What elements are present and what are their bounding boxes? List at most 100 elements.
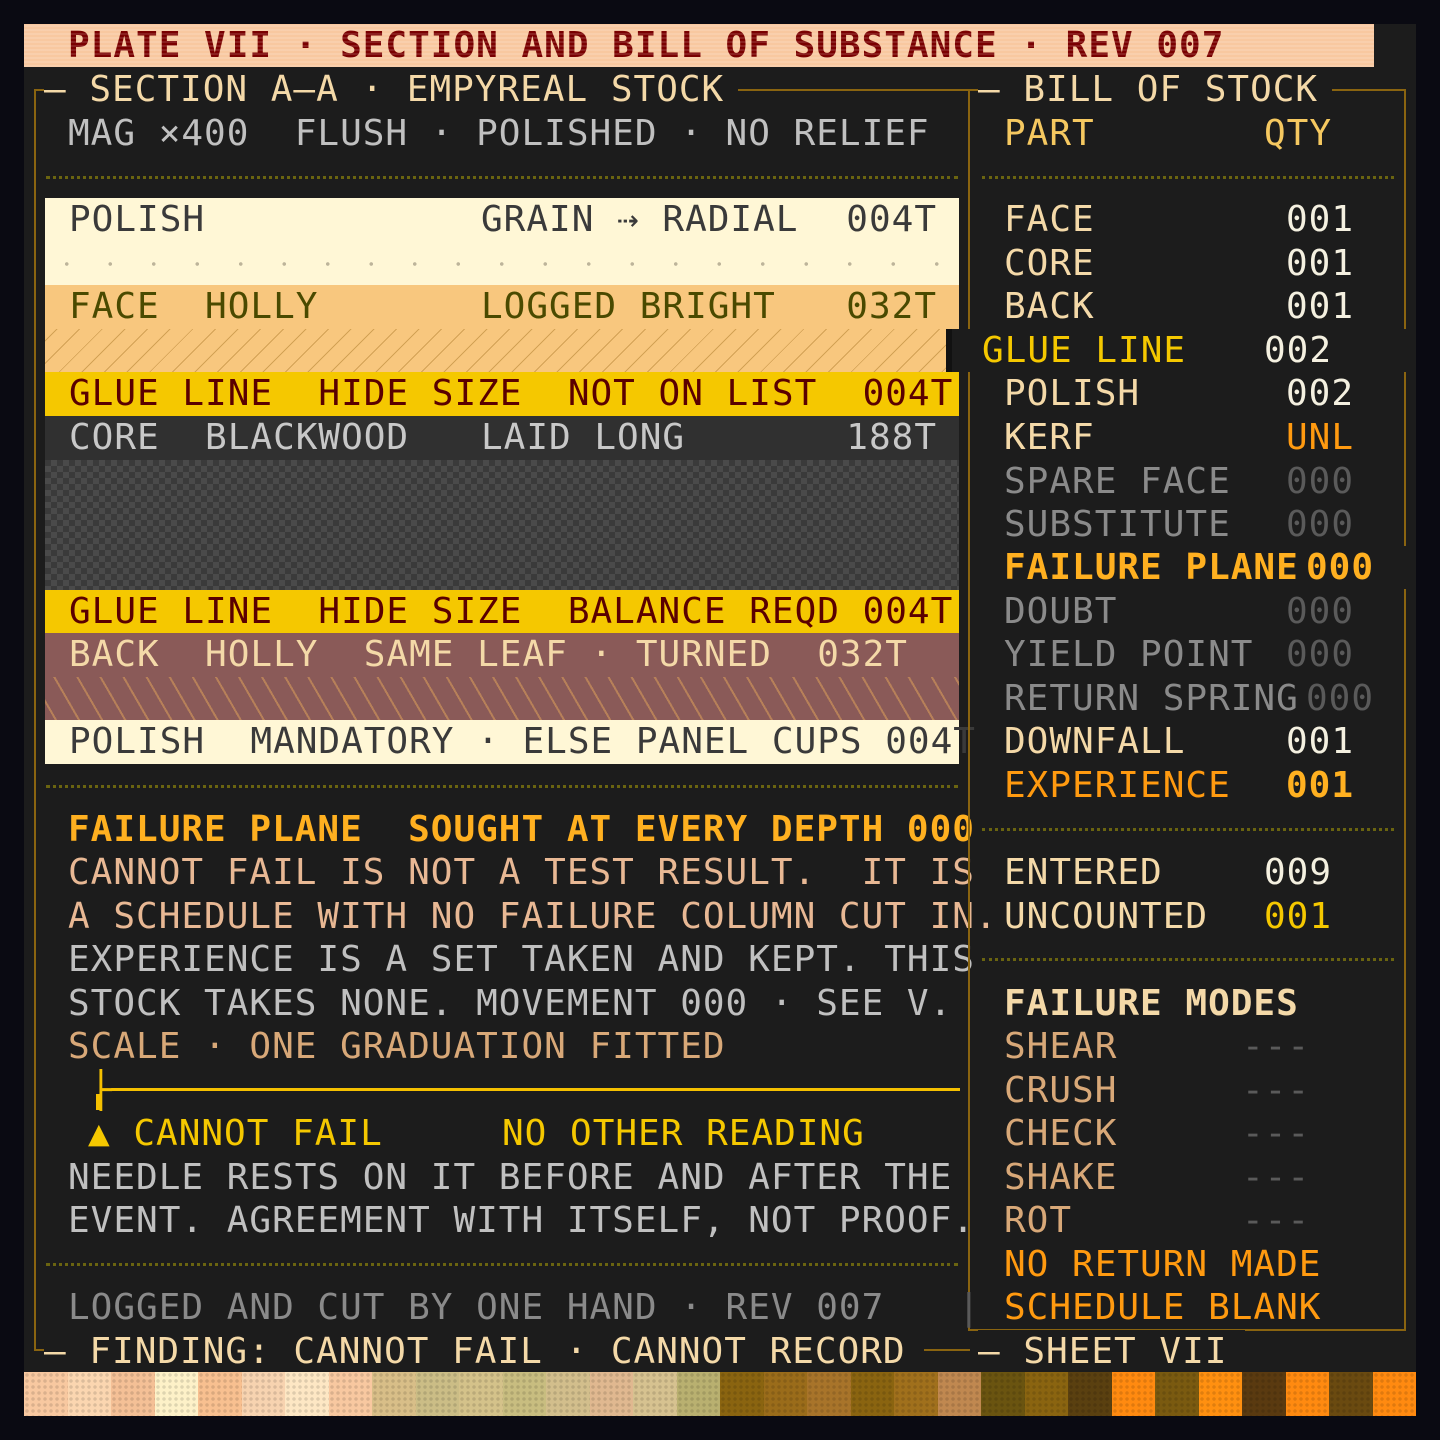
divider-pipe: | xyxy=(958,1287,981,1328)
swatch xyxy=(372,1372,416,1416)
swatch xyxy=(1242,1372,1286,1416)
bill-qty: 001 xyxy=(1286,721,1355,762)
swatch xyxy=(198,1372,242,1416)
layer-face: FACE HOLLY LOGGED BRIGHT 032T xyxy=(45,285,959,329)
bill-heading: — BILL OF STOCK xyxy=(978,68,1333,112)
bill-qty: 000 xyxy=(1286,634,1355,675)
note-schedule-blank: SCHEDULE BLANK xyxy=(1004,1287,1322,1328)
bill-divider-mid xyxy=(982,828,1394,831)
layer-back-texture xyxy=(45,677,959,721)
swatch xyxy=(1111,1372,1155,1416)
needle-line: EVENT. AGREEMENT WITH ITSELF, NOT PROOF. xyxy=(68,1200,975,1241)
swatch xyxy=(1372,1372,1416,1416)
no-other-reading: NO OTHER READING xyxy=(502,1113,865,1154)
swatch xyxy=(763,1372,807,1416)
swatch xyxy=(459,1372,503,1416)
mode-name: SHEAR xyxy=(1004,1026,1118,1067)
layer-label: POLISH MANDATORY · ELSE PANEL CUPS 004T xyxy=(69,721,976,762)
mode-name: CHECK xyxy=(1004,1113,1118,1154)
bill-col-part: PART xyxy=(1004,113,1095,154)
swatch xyxy=(807,1372,851,1416)
uncounted-qty: 001 xyxy=(1264,896,1333,937)
swatch xyxy=(415,1372,459,1416)
uncounted-label: UNCOUNTED xyxy=(1004,896,1209,937)
layer-name: POLISH xyxy=(69,199,206,240)
layer-note: GRAIN ⇢ RADIAL xyxy=(481,199,799,240)
section-divider-bottom xyxy=(46,1263,958,1266)
entered-qty: 009 xyxy=(1264,852,1333,893)
scale-label: SCALE · ONE GRADUATION FITTED xyxy=(68,1026,726,1067)
bill-qty: 002 xyxy=(1264,330,1333,371)
swatch xyxy=(850,1372,894,1416)
page-title: PLATE VII · SECTION AND BILL OF SUBSTANC… xyxy=(68,25,1225,66)
bill-col-qty: QTY xyxy=(1264,113,1333,154)
swatch xyxy=(285,1372,329,1416)
scale-graphic: ├───────────────────────────────────────… xyxy=(90,1070,960,1111)
layer-polish-bottom: POLISH MANDATORY · ELSE PANEL CUPS 004T xyxy=(45,720,975,764)
bill-qty: 001 xyxy=(1286,243,1355,284)
bill-part: FACE xyxy=(1004,199,1095,240)
layer-core-texture xyxy=(45,460,959,590)
bill-part: SPARE FACE xyxy=(1004,461,1231,502)
finding-caption: — FINDING: CANNOT FAIL · CANNOT RECORD xyxy=(44,1330,924,1374)
layer-note: LOGGED BRIGHT xyxy=(481,286,776,327)
bill-part: DOUBT xyxy=(1004,591,1118,632)
swatch xyxy=(676,1372,720,1416)
swatch xyxy=(1329,1372,1373,1416)
bill-part: GLUE LINE xyxy=(982,330,1187,371)
swatch xyxy=(981,1372,1025,1416)
finding-line: STOCK TAKES NONE. MOVEMENT 000 · SEE V. xyxy=(68,983,953,1024)
swatch xyxy=(24,1372,68,1416)
mode-name: CRUSH xyxy=(1004,1070,1118,1111)
layer-label: BACK HOLLY SAME LEAF · TURNED 032T xyxy=(69,634,908,675)
swatch xyxy=(1285,1372,1329,1416)
mode-value: --- xyxy=(1242,1070,1311,1111)
swatch xyxy=(633,1372,677,1416)
bill-qty: 000 xyxy=(1286,461,1355,502)
layer-face-texture xyxy=(45,329,959,373)
layer-thickness: 032T xyxy=(846,286,937,327)
swatch xyxy=(111,1372,155,1416)
layer-glue-bottom: GLUE LINE HIDE SIZE BALANCE REQD 004T xyxy=(45,590,959,634)
bill-qty: 000 xyxy=(1286,504,1355,545)
finding-line: CANNOT FAIL IS NOT A TEST RESULT. IT IS xyxy=(68,852,975,893)
swatch xyxy=(1198,1372,1242,1416)
bill-qty: 002 xyxy=(1286,373,1355,414)
swatch xyxy=(67,1372,111,1416)
swatch xyxy=(720,1372,764,1416)
bill-qty: 000 xyxy=(1306,547,1375,588)
swatch xyxy=(502,1372,546,1416)
swatch xyxy=(894,1372,938,1416)
section-divider-mid xyxy=(46,785,958,788)
bill-part: CORE xyxy=(1004,243,1095,284)
mode-value: --- xyxy=(1242,1157,1311,1198)
bill-part: YIELD POINT xyxy=(1004,634,1254,675)
mode-value: --- xyxy=(1242,1200,1311,1241)
swatch xyxy=(241,1372,285,1416)
bill-part: DOWNFALL xyxy=(1004,721,1186,762)
mode-name: ROT xyxy=(1004,1200,1073,1241)
layer-name: FACE HOLLY xyxy=(69,286,319,327)
swatch xyxy=(1068,1372,1112,1416)
layer-name: CORE BLACKWOOD xyxy=(69,417,410,458)
needle-line: NEEDLE RESTS ON IT BEFORE AND AFTER THE xyxy=(68,1157,953,1198)
title-bar: PLATE VII · SECTION AND BILL OF SUBSTANC… xyxy=(24,24,1374,67)
bill-qty: UNL xyxy=(1286,417,1355,458)
entered-label: ENTERED xyxy=(1004,852,1163,893)
bill-part: RETURN SPRING xyxy=(1004,678,1299,719)
swatch xyxy=(1024,1372,1068,1416)
swatch xyxy=(1155,1372,1199,1416)
bill-part: POLISH xyxy=(1004,373,1141,414)
layer-polish-texture xyxy=(45,242,959,286)
bill-part: SUBSTITUTE xyxy=(1004,504,1231,545)
finding-line: EXPERIENCE IS A SET TAKEN AND KEPT. THIS xyxy=(68,939,975,980)
bill-qty: 000 xyxy=(1286,591,1355,632)
layer-label: GLUE LINE HIDE SIZE BALANCE REQD 004T xyxy=(69,591,954,632)
finding-line: A SCHEDULE WITH NO FAILURE COLUMN CUT IN… xyxy=(68,896,998,937)
mode-name: SHAKE xyxy=(1004,1157,1118,1198)
bill-part: KERF xyxy=(1004,417,1095,458)
layer-thickness: 004T xyxy=(846,199,937,240)
swatch xyxy=(328,1372,372,1416)
layer-thickness: 188T xyxy=(846,417,937,458)
mode-value: --- xyxy=(1242,1113,1311,1154)
